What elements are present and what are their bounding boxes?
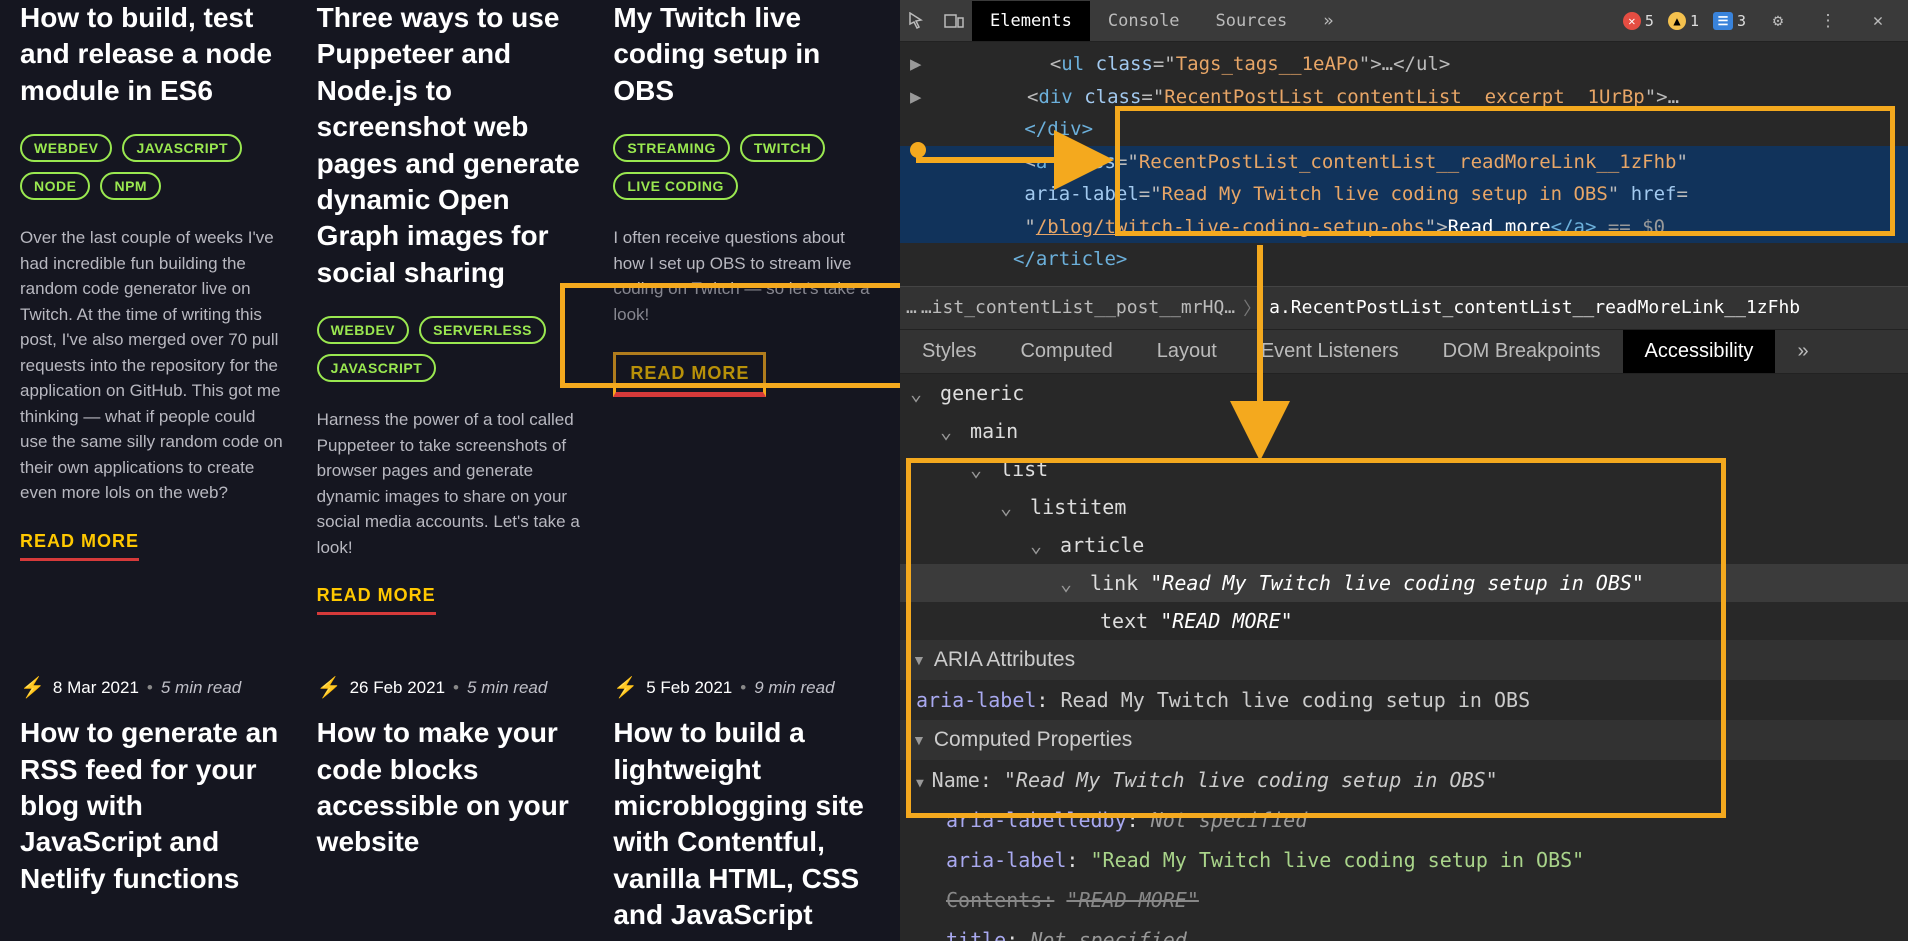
post-title[interactable]: How to build a lightweight microblogging… [613, 715, 880, 933]
info-badge[interactable]: ☰3 [1713, 12, 1746, 30]
read-more-link[interactable]: READ MORE [20, 531, 139, 561]
post-date: 26 Feb 2021 [350, 678, 445, 698]
post-readtime: 5 min read [161, 678, 241, 698]
subtab-styles[interactable]: Styles [900, 330, 998, 373]
subtabs-more[interactable]: » [1775, 330, 1830, 373]
aria-key: aria-label [916, 688, 1036, 712]
tree-node[interactable]: text [1100, 609, 1148, 633]
tag-pill[interactable]: JAVASCRIPT [317, 354, 437, 382]
tree-node[interactable]: list [1000, 457, 1048, 481]
device-toggle-icon[interactable] [936, 13, 972, 29]
prop-value: "Read My Twitch live coding setup in OBS… [1091, 848, 1585, 872]
post-title[interactable]: How to build, test and release a node mo… [20, 0, 287, 109]
read-more-link[interactable]: READ MORE [613, 352, 766, 397]
aria-value: Read My Twitch live coding setup in OBS [1061, 688, 1531, 712]
accessibility-pane: ⌄ generic ⌄ main ⌄ list ⌄ listitem ⌄ art… [900, 374, 1908, 941]
crumb-item[interactable]: a.RecentPostList_contentList__readMoreLi… [1269, 297, 1800, 318]
prop-key: aria-label [946, 848, 1066, 872]
subtab-computed[interactable]: Computed [998, 330, 1134, 373]
subtab-accessibility[interactable]: Accessibility [1623, 330, 1776, 373]
dom-close-article: </article> [1013, 248, 1127, 270]
tabs-more[interactable]: » [1305, 1, 1351, 41]
dom-breadcrumbs[interactable]: … …ist_contentList__post__mrHQ… 〉 a.Rece… [900, 286, 1908, 330]
post-card: ⚡ 5 Feb 2021 • 9 min read How to build a… [613, 615, 880, 941]
bolt-icon: ⚡ [613, 675, 638, 700]
tree-node[interactable]: link [1090, 571, 1138, 595]
inspect-icon[interactable] [900, 12, 936, 30]
close-icon[interactable]: ✕ [1860, 11, 1896, 31]
gear-icon[interactable]: ⚙ [1760, 11, 1796, 31]
section-aria-attributes[interactable]: ▼ARIA Attributes [900, 640, 1908, 680]
prop-key: Contents: [946, 888, 1054, 912]
prop-value: "READ MORE" [1066, 888, 1198, 912]
prop-key: aria-labelledby [946, 808, 1127, 832]
section-computed-properties[interactable]: ▼Computed Properties [900, 720, 1908, 760]
post-title[interactable]: My Twitch live coding setup in OBS [613, 0, 880, 109]
tree-node[interactable]: article [1060, 533, 1144, 557]
separator-dot: • [147, 678, 153, 698]
warning-count: 1 [1690, 12, 1699, 30]
dom-tree[interactable]: ▶ <ul class="Tags_tags__1eAPo">…</ul> ▶ … [900, 42, 1908, 286]
tag-pill[interactable]: TWITCH [740, 134, 825, 162]
post-title[interactable]: Three ways to use Puppeteer and Node.js … [317, 0, 584, 291]
error-count: 5 [1645, 12, 1654, 30]
tag-pill[interactable]: STREAMING [613, 134, 730, 162]
tag-pill[interactable]: WEBDEV [20, 134, 112, 162]
tab-sources[interactable]: Sources [1198, 1, 1306, 41]
tree-node[interactable]: main [970, 419, 1018, 443]
post-card: ⚡ 8 Mar 2021 • 5 min read How to generat… [20, 615, 287, 941]
tree-node[interactable]: listitem [1030, 495, 1126, 519]
prop-key: title [946, 928, 1006, 941]
read-more-link[interactable]: READ MORE [317, 585, 436, 615]
tag-pill[interactable]: JAVASCRIPT [122, 134, 242, 162]
tag-pill[interactable]: SERVERLESS [419, 316, 546, 344]
tree-node-name: "Read My Twitch live coding setup in OBS… [1150, 571, 1644, 595]
tag-pill[interactable]: NODE [20, 172, 90, 200]
info-count: 3 [1737, 12, 1746, 30]
separator-dot: • [740, 678, 746, 698]
separator-dot: • [453, 678, 459, 698]
subtab-dom-breakpoints[interactable]: DOM Breakpoints [1421, 330, 1623, 373]
post-card: Three ways to use Puppeteer and Node.js … [317, 0, 584, 615]
tree-node-name: "READ MORE" [1160, 609, 1292, 633]
error-badge[interactable]: ✕5 [1623, 12, 1654, 30]
bolt-icon: ⚡ [317, 675, 342, 700]
crumb-item[interactable]: …ist_contentList__post__mrHQ… [921, 297, 1235, 318]
breakpoint-dot-icon [910, 142, 926, 158]
post-readtime: 5 min read [467, 678, 547, 698]
bolt-icon: ⚡ [20, 675, 45, 700]
post-readtime: 9 min read [754, 678, 834, 698]
devtools-panel: Elements Console Sources » ✕5 ▲1 ☰3 ⚙ ⋮ … [900, 0, 1908, 941]
post-title[interactable]: How to generate an RSS feed for your blo… [20, 715, 287, 897]
tab-console[interactable]: Console [1090, 1, 1198, 41]
post-card: ⚡ 26 Feb 2021 • 5 min read How to make y… [317, 615, 584, 941]
subtab-layout[interactable]: Layout [1135, 330, 1239, 373]
tag-pill[interactable]: LIVE CODING [613, 172, 738, 200]
devtools-toolbar: Elements Console Sources » ✕5 ▲1 ☰3 ⚙ ⋮ … [900, 0, 1908, 42]
more-icon[interactable]: ⋮ [1810, 11, 1846, 31]
subtab-event-listeners[interactable]: Event Listeners [1239, 330, 1421, 373]
tab-elements[interactable]: Elements [972, 1, 1090, 41]
post-date: 8 Mar 2021 [53, 678, 139, 698]
post-excerpt: Over the last couple of weeks I've had i… [20, 225, 287, 506]
post-title[interactable]: How to make your code blocks accessible … [317, 715, 584, 861]
dom-close-div: </div> [1024, 118, 1093, 140]
post-excerpt: I often receive questions about how I se… [613, 225, 880, 327]
warning-badge[interactable]: ▲1 [1668, 12, 1699, 30]
styles-tabbar: Styles Computed Layout Event Listeners D… [900, 330, 1908, 374]
post-card: How to build, test and release a node mo… [20, 0, 287, 615]
prop-value: Not specified [1151, 808, 1308, 832]
computed-name-row[interactable]: ▼ Name: "Read My Twitch live coding setu… [900, 760, 1908, 800]
post-card: My Twitch live coding setup in OBS STREA… [613, 0, 880, 615]
tree-node[interactable]: generic [940, 381, 1024, 405]
tag-pill[interactable]: WEBDEV [317, 316, 409, 344]
blog-panel: How to build, test and release a node mo… [0, 0, 900, 941]
tag-pill[interactable]: NPM [100, 172, 161, 200]
post-date: 5 Feb 2021 [646, 678, 732, 698]
prop-value: Not specified [1030, 928, 1187, 941]
post-excerpt: Harness the power of a tool called Puppe… [317, 407, 584, 560]
